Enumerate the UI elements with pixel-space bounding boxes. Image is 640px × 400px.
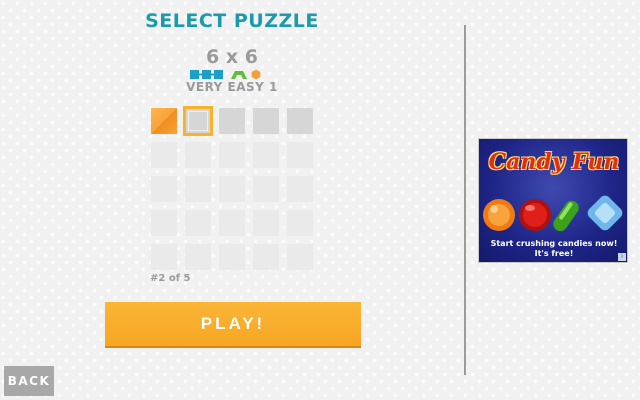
placeholder-tile [287, 142, 313, 168]
placeholder-tile [185, 176, 211, 202]
puzzle-tile-1[interactable] [151, 108, 177, 134]
placeholder-tile [151, 176, 177, 202]
placeholder-tile [185, 142, 211, 168]
hexagon-icon [251, 69, 261, 80]
placeholder-tile [253, 176, 279, 202]
play-button[interactable]: PLAY! [105, 302, 361, 346]
placeholder-tile [151, 210, 177, 236]
placeholder-tile [219, 142, 245, 168]
vertical-divider [464, 25, 466, 375]
placeholder-tile [287, 210, 313, 236]
difficulty-label: VERY EASY 1 [186, 80, 278, 94]
ad-banner[interactable]: Candy Fun Start crushing candies now! It… [478, 138, 628, 263]
placeholder-tile [253, 244, 279, 270]
square-icon [214, 70, 223, 79]
placeholder-tile [151, 142, 177, 168]
bridge-icon [231, 71, 247, 79]
puzzle-tile-4[interactable] [253, 108, 279, 134]
puzzle-tile-3[interactable] [219, 108, 245, 134]
placeholder-tile [287, 244, 313, 270]
square-icon [202, 70, 214, 79]
puzzle-tile-5[interactable] [287, 108, 313, 134]
puzzle-size-label: 6 x 6 [206, 46, 258, 68]
placeholder-tile [253, 142, 279, 168]
ad-line-1: Start crushing candies now! [490, 239, 618, 248]
candy-row [483, 195, 623, 232]
placeholder-tile [219, 244, 245, 270]
placeholder-tile [287, 176, 313, 202]
square-icon [190, 70, 202, 79]
placeholder-tile [253, 210, 279, 236]
placeholder-tile [185, 244, 211, 270]
blue-candy-icon [587, 195, 623, 231]
ad-info-icon[interactable]: i [618, 253, 626, 261]
placeholder-tile [219, 210, 245, 236]
green-candy-icon [553, 200, 579, 232]
puzzle-tile-2[interactable] [183, 106, 213, 136]
back-button[interactable]: BACK [4, 366, 54, 396]
placeholder-tile [185, 210, 211, 236]
placeholder-tile [219, 176, 245, 202]
puzzle-counter: #2 of 5 [150, 273, 191, 284]
orange-candy-icon [483, 199, 515, 231]
red-candy-icon [519, 199, 551, 231]
page-title: SELECT PUZZLE [145, 10, 319, 32]
placeholder-tile [151, 244, 177, 270]
shape-legend [190, 69, 261, 80]
ad-line-2: It's free! [534, 249, 574, 258]
ad-title: Candy Fun [488, 149, 620, 175]
